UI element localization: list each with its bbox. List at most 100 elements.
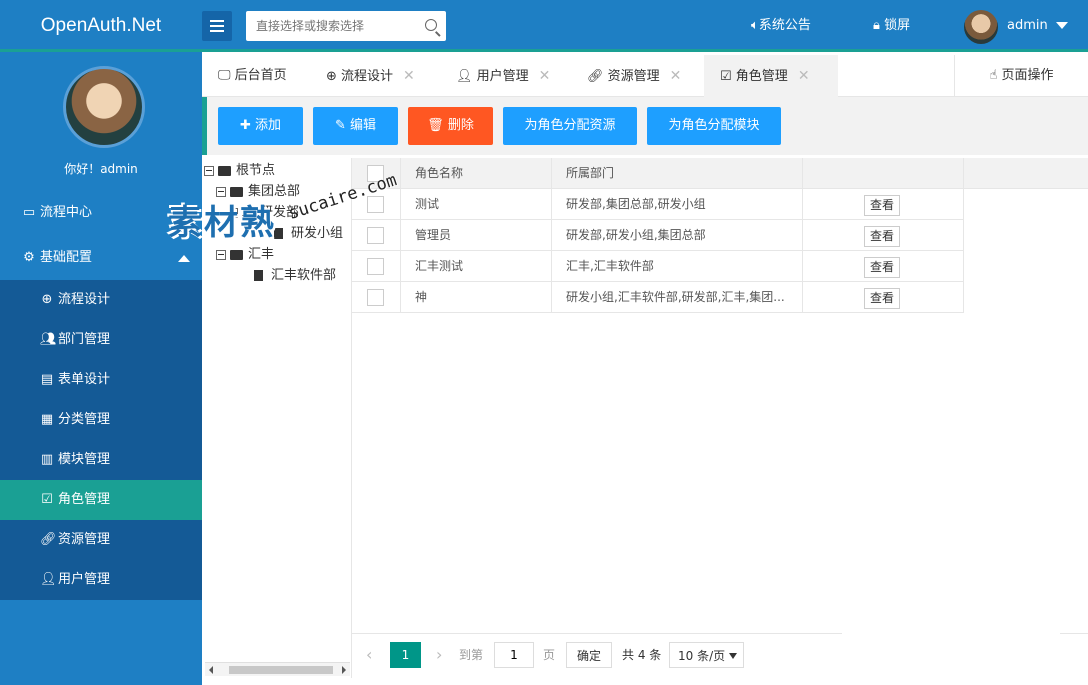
row-checkbox[interactable] <box>367 196 384 213</box>
close-icon[interactable]: ✕ <box>403 68 415 84</box>
sidebar-item-dept[interactable]: 👥︎部门管理 <box>0 320 202 360</box>
view-button[interactable]: 查看 <box>864 288 900 309</box>
link-icon: 🔗︎ <box>587 69 608 84</box>
tab-role-manage[interactable]: ☑ 角色管理 ✕ <box>704 55 838 97</box>
tree-node[interactable]: 研发小组 <box>274 224 343 244</box>
close-icon[interactable]: ✕ <box>539 68 551 84</box>
tree-scrollbar[interactable] <box>205 662 350 676</box>
lock-label: 锁屏 <box>884 18 911 33</box>
checkbox-icon: ☑ <box>41 492 53 507</box>
edit-button[interactable]: ✎ 编辑 <box>313 107 398 145</box>
sidebar-item-resource[interactable]: 🔗︎资源管理 <box>0 520 202 560</box>
tab-label: 后台首页 <box>234 68 287 83</box>
check-cell <box>352 282 401 313</box>
assign-resource-button[interactable]: 为角色分配资源 <box>503 107 637 145</box>
tree-node-label: 集团总部 <box>248 184 301 199</box>
row-checkbox[interactable] <box>367 227 384 244</box>
sidebar-item-basic-config[interactable]: ⚙ 基础配置 <box>0 238 202 278</box>
tab-label: 角色管理 <box>735 69 788 84</box>
sidebar-submenu: ⊕ 流程设计 👥︎部门管理 ▤ 表单设计 ▦ 分类管理 ▥ 模块管理 ☑ 角色管理 🔗︎资… <box>0 280 202 600</box>
sidebar-item-user[interactable]: 👤︎用户管理 <box>0 560 202 600</box>
folder-icon <box>218 165 231 176</box>
page-ops-button[interactable]: ☝ 页面操作 <box>954 55 1088 97</box>
close-icon[interactable]: ✕ <box>798 68 810 84</box>
tree-node[interactable]: 研发部 <box>228 203 299 223</box>
next-page-button[interactable]: › <box>436 642 442 668</box>
table-row[interactable]: 汇丰测试 汇丰,汇丰软件部 查看 <box>352 251 964 282</box>
module-icon: ▥ <box>40 452 54 467</box>
notice-label: 系统公告 <box>758 18 811 33</box>
avatar[interactable] <box>964 10 998 44</box>
collapse-icon[interactable] <box>228 207 238 218</box>
sidebar-item-label: 表单设计 <box>58 372 111 387</box>
assign-module-button[interactable]: 为角色分配模块 <box>647 107 781 145</box>
tab-user-manage[interactable]: 👤︎ 用户管理 ✕ <box>456 55 566 97</box>
page-size-select[interactable]: 10 条/页 <box>669 642 744 668</box>
tab-label: 资源管理 <box>607 69 660 84</box>
sidebar-item-label: 角色管理 <box>58 492 111 507</box>
collapse-icon[interactable] <box>216 249 226 260</box>
flow-icon: ⊕ <box>326 69 342 84</box>
header-check-cell <box>352 158 401 189</box>
view-button[interactable]: 查看 <box>864 195 900 216</box>
role-dept: 研发部,研发小组,集团总部 <box>552 220 803 251</box>
user-icon: 👤︎ <box>456 69 477 84</box>
arrow-right-icon[interactable] <box>342 666 346 674</box>
view-button[interactable]: 查看 <box>864 257 900 278</box>
sidebar-item-flow-design[interactable]: ⊕ 流程设计 <box>0 280 202 320</box>
tab-resource-manage[interactable]: 🔗︎ 资源管理 ✕ <box>587 55 697 97</box>
user-menu[interactable]: admin <box>1007 0 1068 52</box>
tree-node-root[interactable]: 根节点 <box>204 161 275 181</box>
search-box[interactable] <box>246 11 446 41</box>
table-row[interactable]: 神 研发小组,汇丰软件部,研发部,汇丰,集团... 查看 <box>352 282 964 313</box>
table-row[interactable]: 测试 研发部,集团总部,研发小组 查看 <box>352 189 964 220</box>
sidebar-item-role[interactable]: ☑ 角色管理 <box>0 480 202 520</box>
page-current[interactable]: 1 <box>390 642 421 668</box>
total-count: 共 4 条 <box>622 648 662 662</box>
add-button[interactable]: ✚ 添加 <box>218 107 303 145</box>
tree-node[interactable]: 集团总部 <box>216 182 300 202</box>
flow-icon: ⊕ <box>41 292 53 307</box>
close-icon[interactable]: ✕ <box>670 68 682 84</box>
lock-button[interactable]: 🔒︎ 锁屏 <box>873 0 910 52</box>
collapse-icon[interactable] <box>216 186 226 197</box>
prev-page-button[interactable]: ‹ <box>366 642 372 668</box>
delete-button[interactable]: 🗑︎ 删除 <box>408 107 493 145</box>
tab-flow-design[interactable]: ⊕ 流程设计 ✕ <box>326 55 446 97</box>
hamburger-icon-line <box>210 25 224 27</box>
sidebar-item-module[interactable]: ▥ 模块管理 <box>0 440 202 480</box>
collapse-icon[interactable] <box>204 165 214 176</box>
select-all-checkbox[interactable] <box>367 165 384 182</box>
row-checkbox[interactable] <box>367 289 384 306</box>
dept-tree: 根节点 集团总部 研发部 研发小组 汇丰 汇丰软件部 <box>202 158 352 678</box>
table-row[interactable]: 管理员 研发部,研发小组,集团总部 查看 <box>352 220 964 251</box>
tree-node[interactable]: 汇丰 <box>216 245 274 265</box>
sidebar-item-form-design[interactable]: ▤ 表单设计 <box>0 360 202 400</box>
user-icon: 👤︎ <box>40 572 57 587</box>
tree-node-label: 汇丰 <box>248 247 275 262</box>
role-name: 神 <box>401 282 552 313</box>
role-dept: 研发部,集团总部,研发小组 <box>552 189 803 220</box>
menu-toggle-button[interactable] <box>202 11 232 41</box>
folder-icon <box>230 249 243 260</box>
tree-node-label: 汇丰软件部 <box>271 268 337 283</box>
notice-button[interactable]: 🔈︎系统公告 <box>751 0 811 52</box>
scrollbar-thumb[interactable] <box>229 666 333 674</box>
page-input[interactable] <box>494 642 534 668</box>
sidebar-item-label: 流程设计 <box>58 292 111 307</box>
tree-node[interactable]: 汇丰软件部 <box>254 266 336 286</box>
row-checkbox[interactable] <box>367 258 384 275</box>
sidebar-item-process-center[interactable]: ▭ 流程中心 <box>0 193 202 233</box>
app-logo[interactable]: OpenAuth.Net <box>0 0 202 52</box>
file-icon <box>254 270 263 281</box>
confirm-button[interactable]: 确定 <box>566 642 612 668</box>
view-button[interactable]: 查看 <box>864 226 900 247</box>
sidebar-item-category[interactable]: ▦ 分类管理 <box>0 400 202 440</box>
hamburger-icon <box>210 20 224 22</box>
tab-home[interactable]: 🖵︎ 后台首页 <box>218 55 318 97</box>
arrow-left-icon[interactable] <box>209 666 213 674</box>
search-input[interactable] <box>246 11 416 41</box>
lock-icon: 🔒︎ <box>873 18 885 33</box>
search-icon[interactable] <box>425 19 437 31</box>
sidebar-user: 你好！admin <box>0 52 202 187</box>
